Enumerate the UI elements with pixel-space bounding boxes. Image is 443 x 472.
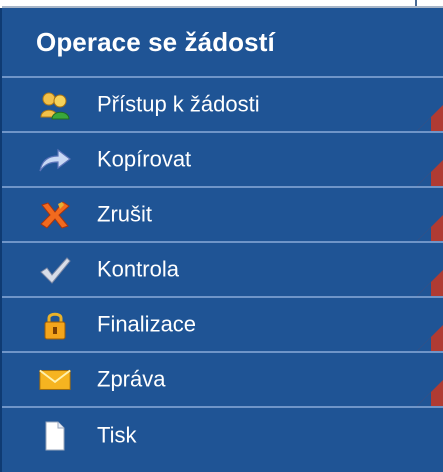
menu-item-print[interactable]: Tisk: [2, 408, 443, 463]
menu-item-copy[interactable]: Kopírovat: [2, 133, 443, 188]
corner-accent: [417, 325, 443, 351]
top-border-tick: [415, 0, 417, 8]
corner-accent: [417, 270, 443, 296]
document-icon: [38, 419, 72, 453]
menu-item-label: Zrušit: [97, 200, 152, 226]
check-icon: [38, 253, 72, 287]
menu-item-label: Tisk: [97, 421, 137, 447]
menu-item-label: Zpráva: [97, 365, 166, 391]
top-border: [0, 0, 443, 8]
menu-item-label: Finalizace: [97, 310, 197, 336]
corner-accent: [417, 215, 443, 241]
corner-accent: [417, 105, 443, 131]
cross-icon: [38, 198, 72, 232]
request-operations-panel: Operace se žádostí Přístup k žádosti Kop…: [0, 8, 443, 472]
menu-item-label: Kontrola: [97, 255, 179, 281]
menu-item-access-request[interactable]: Přístup k žádosti: [2, 78, 443, 133]
menu-item-finalize[interactable]: Finalizace: [2, 298, 443, 353]
arrow-forward-icon: [38, 143, 72, 177]
envelope-icon: [38, 363, 72, 397]
menu-item-label: Kopírovat: [97, 145, 192, 171]
corner-accent: [417, 160, 443, 186]
menu-item-cancel[interactable]: Zrušit: [2, 188, 443, 243]
menu-item-message[interactable]: Zpráva: [2, 353, 443, 408]
menu-item-label: Přístup k žádosti: [97, 90, 260, 116]
lock-icon: [38, 308, 72, 342]
panel-title: Operace se žádostí: [2, 8, 443, 78]
corner-accent: [417, 380, 443, 406]
menu-item-check[interactable]: Kontrola: [2, 243, 443, 298]
users-icon: [38, 88, 72, 122]
